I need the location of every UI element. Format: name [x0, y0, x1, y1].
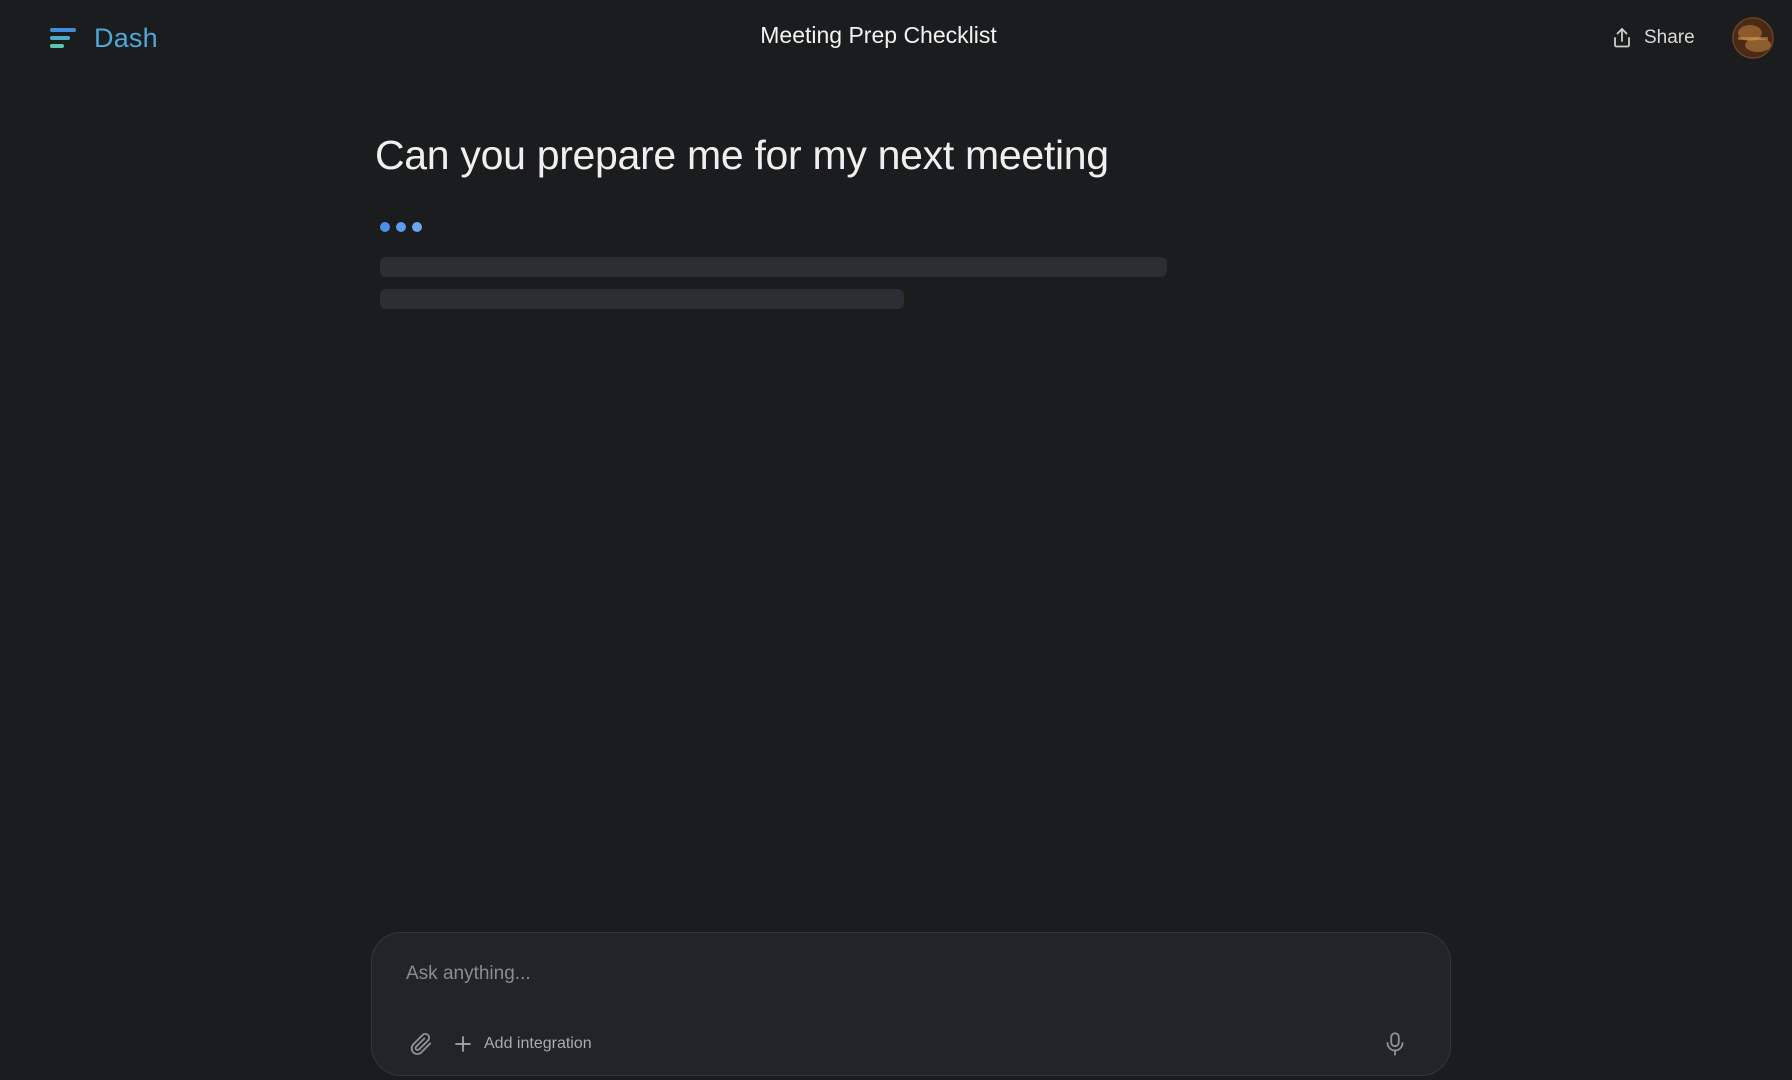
loading-skeleton-line — [380, 257, 1167, 277]
avatar-image — [1732, 17, 1774, 59]
ask-input[interactable] — [404, 955, 1388, 993]
user-question: Can you prepare me for my next meeting — [375, 132, 1109, 178]
loading-skeleton-line — [380, 289, 904, 309]
app-window: Dash Meeting Prep Checklist Share Can yo… — [0, 0, 1792, 1080]
paperclip-icon[interactable] — [408, 1031, 434, 1057]
plus-icon — [455, 1036, 471, 1052]
add-integration-button[interactable]: Add integration — [454, 1031, 592, 1057]
microphone-icon[interactable] — [1382, 1030, 1408, 1058]
typing-dots-icon — [380, 222, 422, 232]
share-label: Share — [1644, 27, 1695, 48]
top-bar: Dash Meeting Prep Checklist Share — [0, 0, 1792, 76]
page-title: Meeting Prep Checklist — [760, 22, 997, 48]
composer: Add integration — [371, 932, 1451, 1076]
share-button[interactable]: Share — [1610, 22, 1695, 54]
user-avatar[interactable] — [1732, 17, 1774, 59]
share-icon — [1614, 28, 1630, 48]
add-integration-label: Add integration — [484, 1035, 592, 1052]
